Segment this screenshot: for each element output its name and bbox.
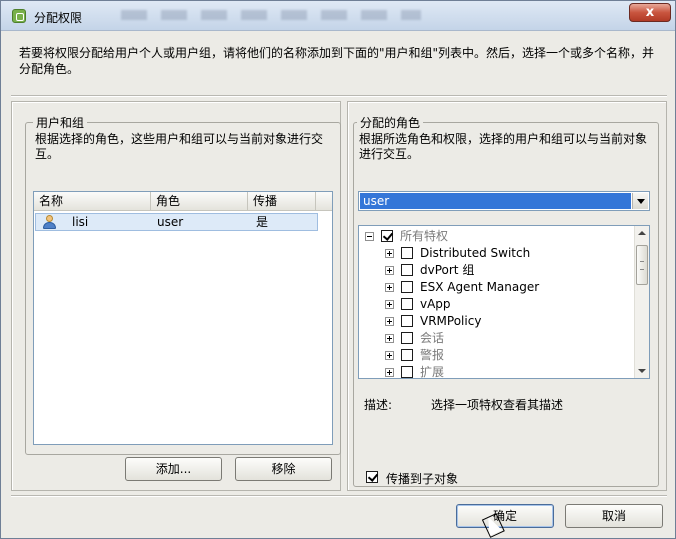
chevron-down-icon[interactable] (632, 193, 648, 209)
root-checkbox[interactable] (381, 230, 393, 242)
assign-permissions-dialog: 分配权限 x 若要将权限分配给用户个人或用户组，请将他们的名称添加到下面的"用户… (0, 0, 676, 539)
users-list[interactable]: 名称 角色 传播 lisi user 是 (33, 191, 333, 445)
tree-node-label: VRMPolicy (420, 314, 482, 328)
cancel-button[interactable]: 取消 (565, 504, 663, 528)
role-select-value: user (360, 193, 631, 209)
expand-icon[interactable] (385, 266, 394, 275)
scroll-up-icon[interactable] (635, 226, 649, 240)
ok-button[interactable]: 确定 (456, 504, 554, 528)
add-button[interactable]: 添加... (125, 457, 222, 481)
description-label: 描述: (364, 398, 393, 412)
tree-node-label: dvPort 组 (420, 263, 475, 277)
tree-node-label: 警报 (420, 348, 445, 362)
expand-icon[interactable] (385, 249, 394, 258)
row-role: user (157, 215, 184, 229)
users-groups-legend: 用户和组 (33, 114, 88, 131)
tree-node-label: 扩展 (420, 365, 445, 379)
tree-node-label: vApp (420, 297, 451, 311)
users-groups-description: 根据选择的角色，这些用户和组可以与当前对象进行交互。 (35, 132, 324, 161)
tree-node-label: ESX Agent Manager (420, 280, 540, 294)
expand-icon[interactable] (385, 317, 394, 326)
privilege-checkbox[interactable] (401, 281, 413, 293)
users-list-header: 名称 角色 传播 (34, 192, 332, 211)
title-bar[interactable]: 分配权限 x (1, 1, 675, 31)
scroll-down-icon[interactable] (635, 364, 649, 378)
expand-icon[interactable] (385, 351, 394, 360)
table-row[interactable]: lisi user 是 (35, 213, 318, 231)
tree-node-label: 所有特权 (400, 229, 449, 243)
window-title: 分配权限 (34, 11, 83, 25)
row-name: lisi (72, 215, 89, 229)
bottom-separator (11, 495, 667, 497)
close-button[interactable]: x (629, 3, 671, 22)
scroll-thumb[interactable] (636, 245, 648, 285)
expand-icon[interactable] (385, 334, 394, 343)
remove-button[interactable]: 移除 (235, 457, 332, 481)
column-header-propagate[interactable]: 传播 (248, 192, 316, 211)
blurred-background-text (121, 10, 421, 20)
privilege-checkbox[interactable] (401, 298, 413, 310)
tree-node-label: 会话 (420, 331, 445, 345)
role-select[interactable]: user (358, 191, 650, 211)
privilege-tree[interactable]: 所有特权 Distributed Switch dvPort 组 ESX Age… (358, 225, 650, 379)
column-header-role[interactable]: 角色 (151, 192, 248, 211)
row-propagate: 是 (256, 215, 269, 229)
assigned-role-legend: 分配的角色 (357, 114, 424, 131)
privilege-checkbox[interactable] (401, 366, 413, 378)
top-separator (11, 95, 667, 97)
privilege-checkbox[interactable] (401, 247, 413, 259)
column-header-name[interactable]: 名称 (34, 192, 151, 211)
description-value: 选择一项特权查看其描述 (431, 398, 564, 412)
intro-text: 若要将权限分配给用户个人或用户组，请将他们的名称添加到下面的"用户和组"列表中。… (19, 46, 655, 76)
propagate-label[interactable]: 传播到子对象 (386, 470, 458, 487)
privilege-checkbox[interactable] (401, 349, 413, 361)
user-icon (42, 215, 56, 230)
tree-node-label: Distributed Switch (420, 246, 531, 260)
privilege-checkbox[interactable] (401, 264, 413, 276)
privilege-checkbox[interactable] (401, 315, 413, 327)
propagate-checkbox[interactable] (366, 471, 378, 483)
tree-scrollbar[interactable] (634, 226, 649, 378)
expand-icon[interactable] (385, 300, 394, 309)
app-icon (12, 9, 26, 23)
expand-icon[interactable] (385, 283, 394, 292)
expand-icon[interactable] (385, 368, 394, 377)
privilege-checkbox[interactable] (401, 332, 413, 344)
assigned-role-description: 根据所选角色和权限，选择的用户和组可以与当前对象进行交互。 (359, 132, 648, 161)
collapse-icon[interactable] (365, 232, 374, 241)
